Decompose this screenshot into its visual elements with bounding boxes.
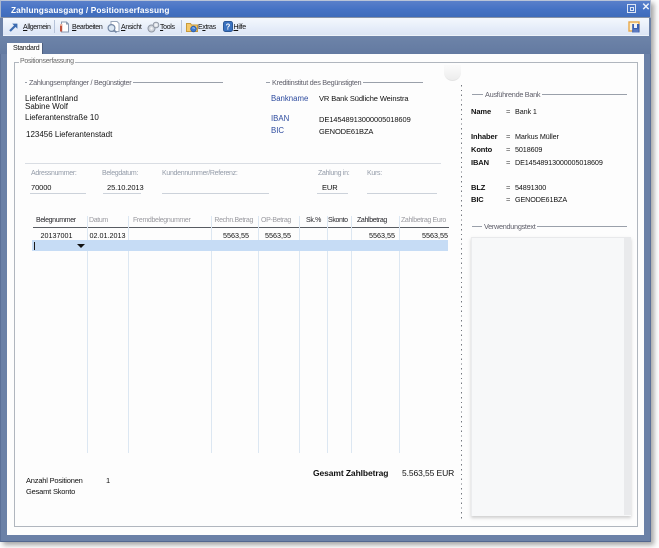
- svg-text:?: ?: [225, 22, 230, 31]
